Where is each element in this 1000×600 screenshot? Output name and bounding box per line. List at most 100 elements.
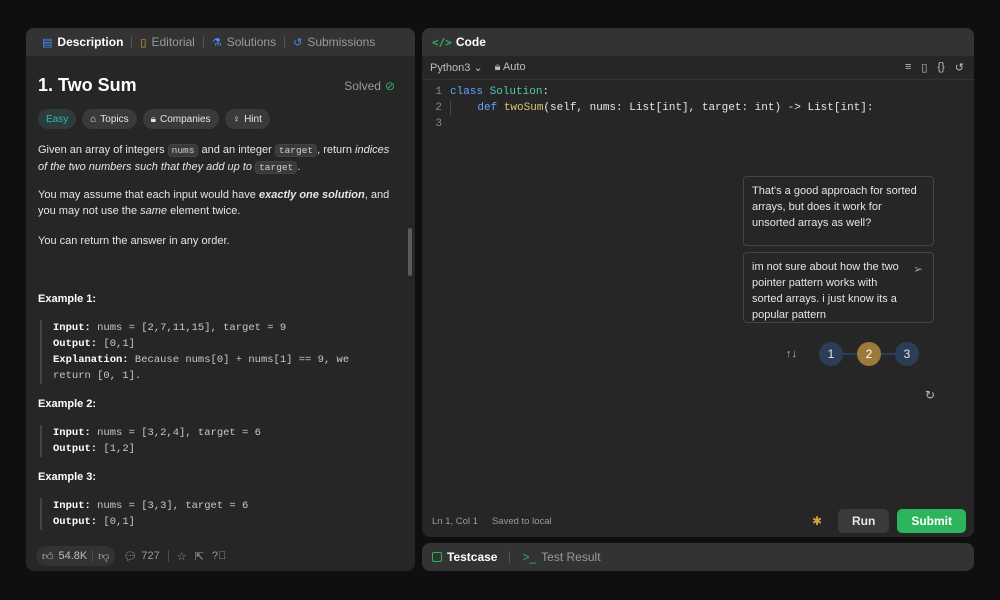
like-button[interactable]: 👍︎ 54.8K 👎︎ (36, 546, 116, 566)
statement-text: You may assume that each input would hav… (38, 189, 259, 201)
description-scrollbar[interactable] (408, 228, 412, 276)
output-value: [0,1] (97, 338, 135, 350)
refresh-icon[interactable]: ↻ (925, 388, 935, 402)
page-button-3[interactable]: 3 (895, 342, 919, 366)
line-number: 2 (435, 102, 442, 114)
statement-text: element twice. (167, 205, 241, 217)
tag-icon: ⌂ (90, 113, 97, 125)
tab-test-result-label: Test Result (541, 550, 601, 564)
tab-description[interactable]: ▤ Description (36, 28, 129, 56)
comments-button[interactable]: 💬︎ 727 (123, 550, 159, 563)
title-row: 1. Two Sum Solved ⊘ (38, 75, 395, 96)
test-tabs: Testcase >_ Test Result (422, 543, 974, 571)
tab-divider (509, 551, 511, 563)
statement-text: and an integer (198, 144, 275, 156)
auto-mode[interactable]: 🔒︎ Auto (495, 61, 526, 74)
reset-icon[interactable]: ↺ (955, 61, 964, 74)
thumbs-down-icon[interactable]: 👎︎ (98, 550, 109, 563)
ai-message: That's a good approach for sorted arrays… (743, 176, 934, 246)
code-function: twoSum (503, 102, 544, 114)
statement-text: , return (317, 144, 356, 156)
explanation-value: return [0, 1]. (53, 370, 142, 382)
tab-solutions[interactable]: ⚗ Solutions (206, 28, 282, 56)
example-title: Example 2: (38, 398, 97, 410)
lock-icon: 🔒︎ (494, 61, 501, 73)
code-text: (self, nums: List[int], target: int) -> … (543, 102, 874, 114)
tab-divider (284, 36, 286, 48)
input-label: Input: (53, 322, 91, 334)
inline-code: target (274, 144, 318, 157)
book-icon: ▯ (140, 36, 147, 49)
input-label: Input: (53, 500, 91, 512)
format-icon[interactable]: ≡ (905, 61, 911, 74)
solved-status: Solved ⊘ (344, 79, 395, 93)
difficulty-badge: Easy (38, 109, 77, 129)
problem-panel: ▤ Description ▯ Editorial ⚗ Solutions ↺ … (26, 28, 415, 571)
statement-text: . (297, 161, 301, 173)
line-number: 3 (435, 118, 442, 130)
terminal-icon: >_ (522, 550, 537, 564)
output-label: Output: (53, 516, 98, 528)
hint-tag[interactable]: ♀ Hint (224, 109, 270, 129)
run-controls: ✱ Run Submit (812, 509, 974, 533)
problem-title: 1. Two Sum (38, 75, 137, 95)
code-keyword: class (450, 86, 490, 98)
companies-tag[interactable]: 🔒︎ Companies (142, 109, 219, 129)
page-button-2[interactable]: 2 (857, 342, 881, 366)
input-value: nums = [3,3], target = 6 (90, 500, 249, 512)
tab-submissions-label: Submissions (307, 35, 376, 49)
braces-icon[interactable]: {} (937, 61, 944, 74)
code-panel: </> Code Python3 ⌄ 🔒︎ Auto ≡ ▯ {} ↺ 1 cl… (422, 28, 974, 537)
pager-connector (881, 353, 895, 355)
language-label: Python3 (430, 62, 471, 74)
tab-testcase-label: Testcase (447, 550, 498, 564)
submit-button[interactable]: Submit (897, 509, 966, 533)
code-icon: </> (432, 35, 452, 49)
topics-tag[interactable]: ⌂ Topics (82, 109, 137, 129)
code-header: </> Code (422, 28, 974, 56)
difficulty-label: Easy (46, 113, 69, 125)
save-status: Saved to local (491, 515, 552, 527)
example-block: Input: nums = [3,2,4], target = 6 Output… (40, 425, 390, 457)
comment-count: 727 (141, 550, 160, 562)
bookmark-icon[interactable]: ▯ (921, 61, 927, 74)
star-icon[interactable]: ☆ (177, 550, 187, 563)
problem-statement: Given an array of integers nums and an i… (38, 142, 398, 176)
swap-icon[interactable]: ↑↓ (786, 348, 797, 360)
statement-emphasis: same (140, 205, 168, 217)
problem-tabs: ▤ Description ▯ Editorial ⚗ Solutions ↺ … (26, 28, 415, 56)
code-editor[interactable]: 1 class Solution: 2 def twoSum (self, num… (422, 84, 974, 132)
input-value: nums = [2,7,11,15], target = 9 (90, 322, 287, 334)
tab-description-label: Description (57, 35, 124, 49)
inline-code: nums (167, 144, 199, 157)
share-icon[interactable]: ⇱ (195, 550, 204, 563)
line-number: 1 (435, 86, 442, 98)
tab-submissions[interactable]: ↺ Submissions (287, 28, 381, 56)
tab-editorial[interactable]: ▯ Editorial (134, 28, 200, 56)
history-icon: ↺ (293, 36, 303, 49)
editor-footer: Ln 1, Col 1 Saved to local ✱ Run Submit (422, 505, 974, 537)
tab-test-result[interactable]: >_ Test Result (522, 550, 600, 564)
indent-guide (450, 100, 477, 116)
run-button[interactable]: Run (838, 509, 890, 533)
solved-label: Solved (344, 78, 381, 93)
chevron-down-icon: ⌄ (473, 62, 483, 74)
explanation-value: Because nums[0] + nums[1] == 9, we (128, 354, 350, 366)
output-label: Output: (53, 443, 98, 455)
statement-strong: exactly one solution (258, 189, 365, 201)
send-icon[interactable]: ➢ (913, 261, 923, 277)
code-line: 1 class Solution: (422, 84, 974, 100)
output-label: Output: (53, 338, 98, 350)
language-select[interactable]: Python3 ⌄ (430, 61, 483, 74)
help-icon[interactable]: ?⃝ (212, 550, 226, 562)
page-button-1[interactable]: 1 (819, 342, 843, 366)
statement-text: Given an array of integers (38, 144, 168, 156)
message-pager: ↑↓ 1 2 3 (786, 342, 919, 366)
debug-icon[interactable]: ✱ (812, 514, 822, 528)
code-line: 2 def twoSum (self, nums: List[int], targ… (422, 100, 974, 116)
tab-testcase[interactable]: Testcase (432, 550, 497, 564)
output-value: [0,1] (97, 516, 135, 528)
thumbs-up-icon: 👍︎ (42, 550, 54, 563)
tab-divider (202, 36, 204, 48)
user-message-input[interactable]: im not sure about how the two pointer pa… (743, 252, 934, 323)
